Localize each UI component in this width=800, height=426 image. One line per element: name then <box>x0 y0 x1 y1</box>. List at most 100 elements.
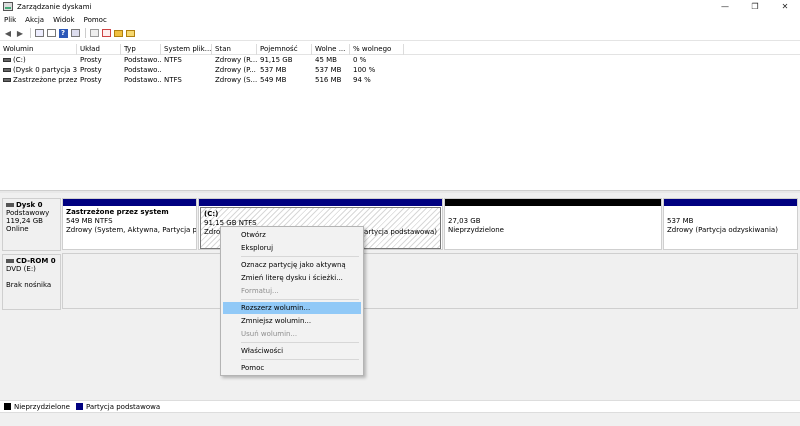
cdrom-icon <box>6 259 14 263</box>
type-cell: Podstawo... <box>124 56 161 64</box>
window-title: Zarządzanie dyskami <box>17 2 92 11</box>
legend-item-primary: Partycja podstawowa <box>75 403 160 411</box>
disk-graphical-view: Dysk 0 Podstawowy 119,24 GB Online Zastr… <box>0 193 800 400</box>
free-space-cell: 537 MB <box>315 66 342 74</box>
filesystem-cell <box>161 65 212 75</box>
column-header-pojemnosc[interactable]: Pojemność <box>257 44 312 55</box>
cdrom-0-type: DVD (E:) <box>6 265 36 273</box>
menu-separator <box>241 359 359 360</box>
column-header-wolumin[interactable]: Wolumin <box>0 44 77 55</box>
cdrom-0-label[interactable]: CD-ROM 0 DVD (E:) Brak nośnika <box>2 254 61 310</box>
menu-separator <box>241 342 359 343</box>
partition-status: Zdrowy (Partycja odzyskiwania) <box>667 226 778 234</box>
partition-bar <box>445 199 661 206</box>
volume-name-cell: (Dysk 0 partycja 3) <box>0 65 77 75</box>
column-header-procent-wolnego[interactable]: % wolnego <box>350 44 404 55</box>
partition-name: (C:) <box>204 210 219 218</box>
volume-icon <box>3 78 11 82</box>
menu-item-delete-volume: Usuń wolumin... <box>241 330 298 338</box>
menu-item-help[interactable]: Pomoc <box>223 362 361 374</box>
properties-icon[interactable] <box>46 28 56 38</box>
type-cell: Podstawo... <box>124 66 161 74</box>
type-cell: Podstawo... <box>124 76 161 84</box>
console-icon[interactable] <box>34 28 44 38</box>
capacity-cell: 91,15 GB <box>260 56 293 64</box>
filesystem-cell: NTFS <box>164 76 182 84</box>
menu-item-extend-volume[interactable]: Rozszerz wolumin... <box>223 302 361 314</box>
legend-item-unallocated: Nieprzydzielone <box>4 403 70 411</box>
table-row[interactable]: (C:) Prosty Podstawo... NTFS Zdrowy (R..… <box>0 55 800 65</box>
partition-name: Zastrzeżone przez system <box>66 208 169 216</box>
menu-separator <box>241 299 359 300</box>
partition-recovery[interactable]: 537 MB Zdrowy (Partycja odzyskiwania) <box>663 198 798 250</box>
back-icon[interactable]: ◀ <box>3 28 13 38</box>
check-icon[interactable] <box>101 28 111 38</box>
volume-list-header: Wolumin Układ Typ System plik... Stan Po… <box>0 44 800 55</box>
percent-free-cell: 0 % <box>353 56 367 64</box>
menu-bar: Plik Akcja Widok Pomoc <box>0 14 800 25</box>
table-row[interactable]: Zastrzeżone przez ... Prosty Podstawo...… <box>0 75 800 85</box>
menu-item-properties[interactable]: Właściwości <box>223 345 361 357</box>
disk-management-icon <box>3 2 13 11</box>
help-icon[interactable]: ? <box>58 28 68 38</box>
menu-item-format: Formatuj... <box>241 287 279 295</box>
legend-swatch <box>4 403 11 410</box>
free-space-cell: 516 MB <box>315 76 342 84</box>
volume-name-cell: Zastrzeżone przez ... <box>0 75 77 85</box>
cdrom-0-name: CD-ROM 0 <box>16 257 56 265</box>
cdrom-0-area[interactable] <box>62 253 798 309</box>
close-button[interactable]: ✕ <box>770 0 800 13</box>
column-header-wolne[interactable]: Wolne ... <box>312 44 350 55</box>
disk-0-type: Podstawowy <box>6 209 50 217</box>
partition-system-reserved[interactable]: Zastrzeżone przez system 549 MB NTFS Zdr… <box>62 198 197 250</box>
disk-0-name: Dysk 0 <box>16 201 43 209</box>
status-cell: Zdrowy (S... <box>215 76 257 84</box>
status-cell: Zdrowy (R... <box>215 56 257 64</box>
partition-bar <box>63 199 196 206</box>
window-controls: — ❐ ✕ <box>710 0 800 13</box>
partition-status: Zdrowy (System, Aktywna, Partycja podst <box>66 226 196 234</box>
legend-swatch <box>75 403 83 410</box>
minimize-button[interactable]: — <box>710 0 740 13</box>
filesystem-cell: NTFS <box>164 56 182 64</box>
folder-icon[interactable] <box>113 28 123 38</box>
capacity-cell: 549 MB <box>260 76 287 84</box>
list-icon[interactable] <box>70 28 80 38</box>
menu-akcja[interactable]: Akcja <box>25 16 44 24</box>
menu-plik[interactable]: Plik <box>4 16 16 24</box>
partition-size: 27,03 GB <box>448 217 481 225</box>
partition-bar <box>664 199 797 206</box>
column-header-typ[interactable]: Typ <box>121 44 161 55</box>
menu-item-mark-active[interactable]: Oznacz partycję jako aktywną <box>223 259 361 271</box>
disk-0-label[interactable]: Dysk 0 Podstawowy 119,24 GB Online <box>2 198 61 251</box>
restore-button[interactable]: ❐ <box>740 0 770 13</box>
partition-size: 549 MB NTFS <box>66 217 113 225</box>
title-bar: Zarządzanie dyskami — ❐ ✕ <box>0 0 800 13</box>
folder-open-icon[interactable] <box>125 28 135 38</box>
partition-status: Nieprzydzielone <box>448 226 504 234</box>
column-header-system-plikow[interactable]: System plik... <box>161 44 212 55</box>
context-menu: Otwórz Eksploruj Oznacz partycję jako ak… <box>220 226 364 376</box>
toolbar-separator <box>85 28 86 38</box>
percent-free-cell: 100 % <box>353 66 376 74</box>
menu-item-eksploruj[interactable]: Eksploruj <box>223 242 361 254</box>
menu-item-shrink-volume[interactable]: Zmniejsz wolumin... <box>223 315 361 327</box>
disk-0-partitions: Zastrzeżone przez system 549 MB NTFS Zdr… <box>62 198 798 252</box>
menu-item-change-drive-letter[interactable]: Zmień literę dysku i ścieżki... <box>223 272 361 284</box>
connect-icon[interactable] <box>89 28 99 38</box>
layout-cell: Prosty <box>80 66 102 74</box>
menu-widok[interactable]: Widok <box>53 16 75 24</box>
menu-item-otworz[interactable]: Otwórz <box>223 229 361 241</box>
column-header-uklad[interactable]: Układ <box>77 44 121 55</box>
menu-pomoc[interactable]: Pomoc <box>84 16 107 24</box>
volume-icon <box>3 68 11 72</box>
toolbar-separator <box>30 28 31 38</box>
table-row[interactable]: (Dysk 0 partycja 3) Prosty Podstawo... Z… <box>0 65 800 75</box>
partition-unallocated[interactable]: 27,03 GB Nieprzydzielone <box>444 198 662 250</box>
capacity-cell: 537 MB <box>260 66 287 74</box>
volume-name-cell: (C:) <box>0 55 77 65</box>
column-header-stan[interactable]: Stan <box>212 44 257 55</box>
forward-icon[interactable]: ▶ <box>15 28 25 38</box>
cdrom-0-status: Brak nośnika <box>6 281 52 289</box>
legend: Nieprzydzielone Partycja podstawowa <box>0 400 800 412</box>
